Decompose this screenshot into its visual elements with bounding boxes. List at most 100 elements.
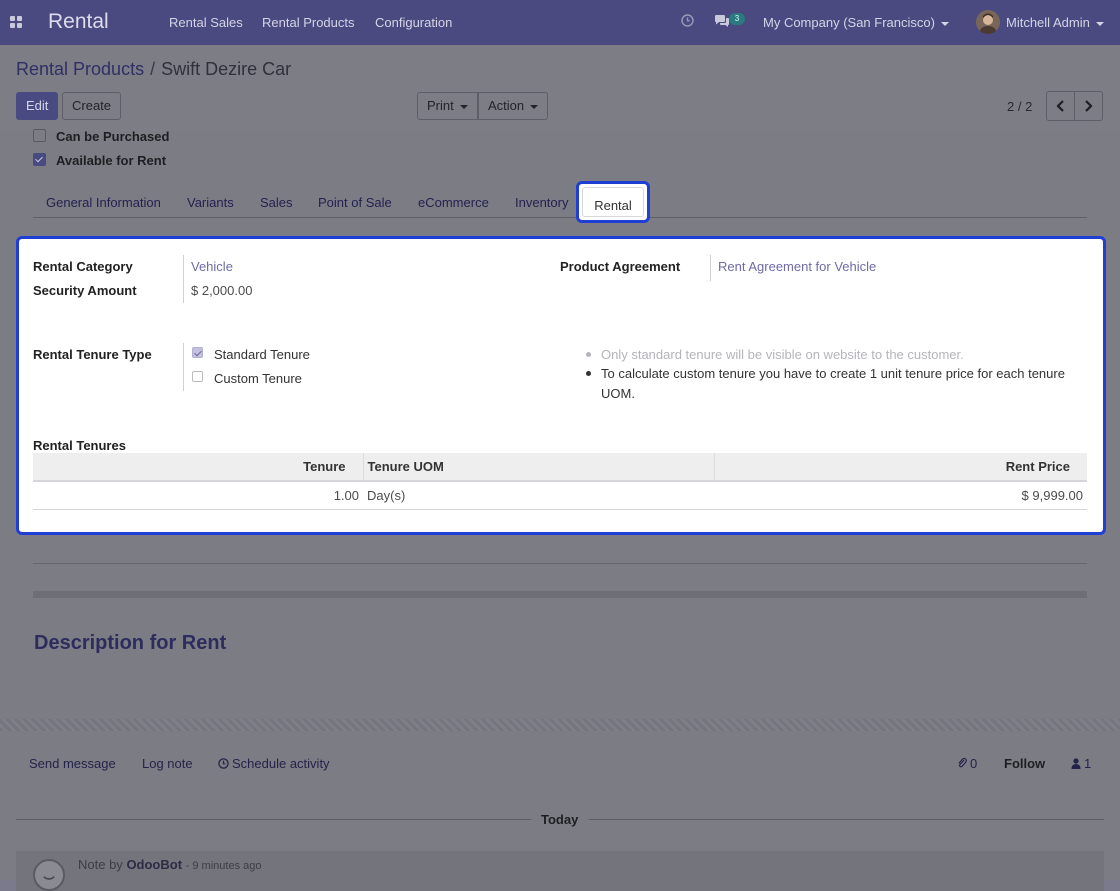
custom-tenure-checkbox[interactable] (192, 371, 203, 382)
pager-previous-button[interactable] (1046, 91, 1075, 121)
action-dropdown-button[interactable]: Action (478, 92, 549, 120)
menu-configuration[interactable]: Configuration (375, 15, 452, 30)
breadcrumb-rental-products[interactable]: Rental Products (16, 59, 144, 79)
rental-category-value[interactable]: Vehicle (191, 259, 233, 274)
schedule-activity-button[interactable]: Schedule activity (218, 756, 330, 771)
messages-chat-icon[interactable] (714, 14, 730, 28)
tab-sales[interactable]: Sales (260, 195, 293, 210)
description-for-rent-title: Description for Rent (34, 632, 227, 654)
can-be-purchased-checkbox[interactable] (33, 129, 46, 142)
rental-tab-panel: Rental Category Security Amount Vehicle … (16, 236, 1106, 535)
breadcrumb-current: Swift Dezire Car (161, 59, 292, 79)
help-custom-tenure-continued: UOM. (601, 386, 635, 401)
field-separator (183, 343, 184, 391)
today-divider-right (589, 819, 1104, 820)
available-for-rent-label: Available for Rent (56, 153, 167, 168)
menu-rental-sales[interactable]: Rental Sales (169, 15, 243, 30)
tab-ecommerce[interactable]: eCommerce (418, 195, 489, 210)
security-amount-label: Security Amount (33, 283, 137, 298)
create-button[interactable]: Create (62, 92, 122, 120)
field-separator (710, 255, 711, 281)
odoobot-avatar (33, 859, 65, 891)
chevron-right-icon (1085, 100, 1093, 112)
caret-down-icon (530, 104, 539, 109)
top-navbar: Rental Rental Sales Rental Products Conf… (0, 0, 1120, 45)
column-tenure-uom[interactable]: Tenure UOM (362, 453, 714, 482)
edit-button[interactable]: Edit (16, 92, 59, 120)
activity-clock-icon[interactable] (681, 14, 694, 27)
note-time: - 9 minutes ago (185, 860, 262, 872)
chatter: Send message Log note Schedule activity … (0, 731, 1120, 891)
breadcrumb-separator: / (150, 59, 156, 79)
standard-tenure-label: Standard Tenure (214, 347, 310, 362)
note-prefix: Note by (78, 857, 123, 872)
schedule-activity-label: Schedule activity (232, 756, 330, 771)
paperclip-icon (958, 757, 967, 768)
user-menu[interactable]: Mitchell Admin (1006, 15, 1104, 30)
today-label: Today (541, 812, 579, 827)
tab-variants[interactable]: Variants (187, 195, 234, 210)
user-icon (1071, 758, 1081, 769)
table-row[interactable]: 1.00 Day(s) $ 9,999.00 (33, 481, 1087, 510)
follow-button[interactable]: Follow (1004, 756, 1045, 771)
rental-tenures-title: Rental Tenures (33, 438, 126, 453)
can-be-purchased-option[interactable]: Can be Purchased (33, 129, 169, 144)
cell-tenure: 1.00 (33, 481, 363, 510)
tab-point-of-sale[interactable]: Point of Sale (318, 195, 392, 210)
tab-inventory[interactable]: Inventory (515, 195, 568, 210)
attachments-button[interactable]: 0 (957, 756, 977, 771)
available-for-rent-checkbox[interactable] (33, 153, 46, 166)
clock-icon (218, 758, 229, 769)
available-for-rent-option[interactable]: Available for Rent (33, 153, 166, 168)
pager-next-button[interactable] (1074, 91, 1103, 121)
tab-rental-frame: Rental (582, 187, 644, 217)
user-name: Mitchell Admin (1006, 15, 1090, 30)
help-standard-tenure: Only standard tenure will be visible on … (586, 347, 964, 362)
message-note: Note by OdooBot - 9 minutes ago (16, 851, 1104, 891)
attachments-count: 0 (970, 756, 978, 771)
column-rent-price[interactable]: Rent Price (713, 453, 1087, 482)
rental-category-label: Rental Category (33, 259, 133, 274)
user-avatar[interactable] (976, 10, 1000, 34)
print-dropdown-button[interactable]: Print (417, 92, 478, 120)
today-divider-left (16, 819, 531, 820)
table-bottom-divider (33, 563, 1087, 564)
apps-menu-icon[interactable] (10, 16, 22, 28)
help-custom-tenure: To calculate custom tenure you have to c… (586, 366, 1065, 381)
caret-down-icon (940, 21, 949, 26)
log-note-button[interactable]: Log note (142, 756, 193, 771)
tab-rental-label: Rental (594, 198, 632, 213)
menu-rental-products[interactable]: Rental Products (262, 15, 355, 30)
security-amount-value: $ 2,000.00 (191, 283, 253, 298)
table-header-row: Tenure Tenure UOM Rent Price (33, 453, 1087, 482)
product-agreement-value[interactable]: Rent Agreement for Vehicle (718, 259, 876, 274)
caret-down-icon (1095, 21, 1104, 26)
field-separator (183, 255, 184, 303)
can-be-purchased-label: Can be Purchased (56, 129, 170, 144)
tab-general-information[interactable]: General Information (46, 195, 161, 210)
tab-rental[interactable]: Rental (576, 181, 650, 223)
followers-button[interactable]: 1 (1071, 756, 1091, 771)
messages-count-badge: 3 (729, 13, 745, 25)
action-label: Action (488, 98, 525, 113)
standard-tenure-checkbox[interactable] (192, 347, 203, 358)
pager-value[interactable]: 2 / 2 (1007, 99, 1032, 114)
send-message-button[interactable]: Send message (29, 756, 116, 771)
column-tenure[interactable]: Tenure (33, 453, 363, 482)
followers-count: 1 (1084, 756, 1092, 771)
chatter-divider (0, 719, 1120, 731)
cell-tenure-uom: Day(s) (363, 481, 714, 510)
note-author[interactable]: OdooBot (126, 857, 182, 872)
control-panel: Rental Products / Swift Dezire Car Edit Cr… (0, 45, 1120, 131)
custom-tenure-label: Custom Tenure (214, 371, 302, 386)
section-separator (33, 591, 1087, 598)
company-name: My Company (San Francisco) (763, 15, 935, 30)
note-header: Note by OdooBot - 9 minutes ago (78, 857, 261, 872)
print-label: Print (427, 98, 454, 113)
company-switcher[interactable]: My Company (San Francisco) (763, 15, 949, 30)
breadcrumb: Rental Products / Swift Dezire Car (16, 59, 291, 80)
app-title: Rental (48, 10, 109, 33)
product-agreement-label: Product Agreement (560, 259, 681, 274)
rental-tenure-type-label: Rental Tenure Type (33, 347, 152, 362)
chevron-left-icon (1056, 100, 1064, 112)
